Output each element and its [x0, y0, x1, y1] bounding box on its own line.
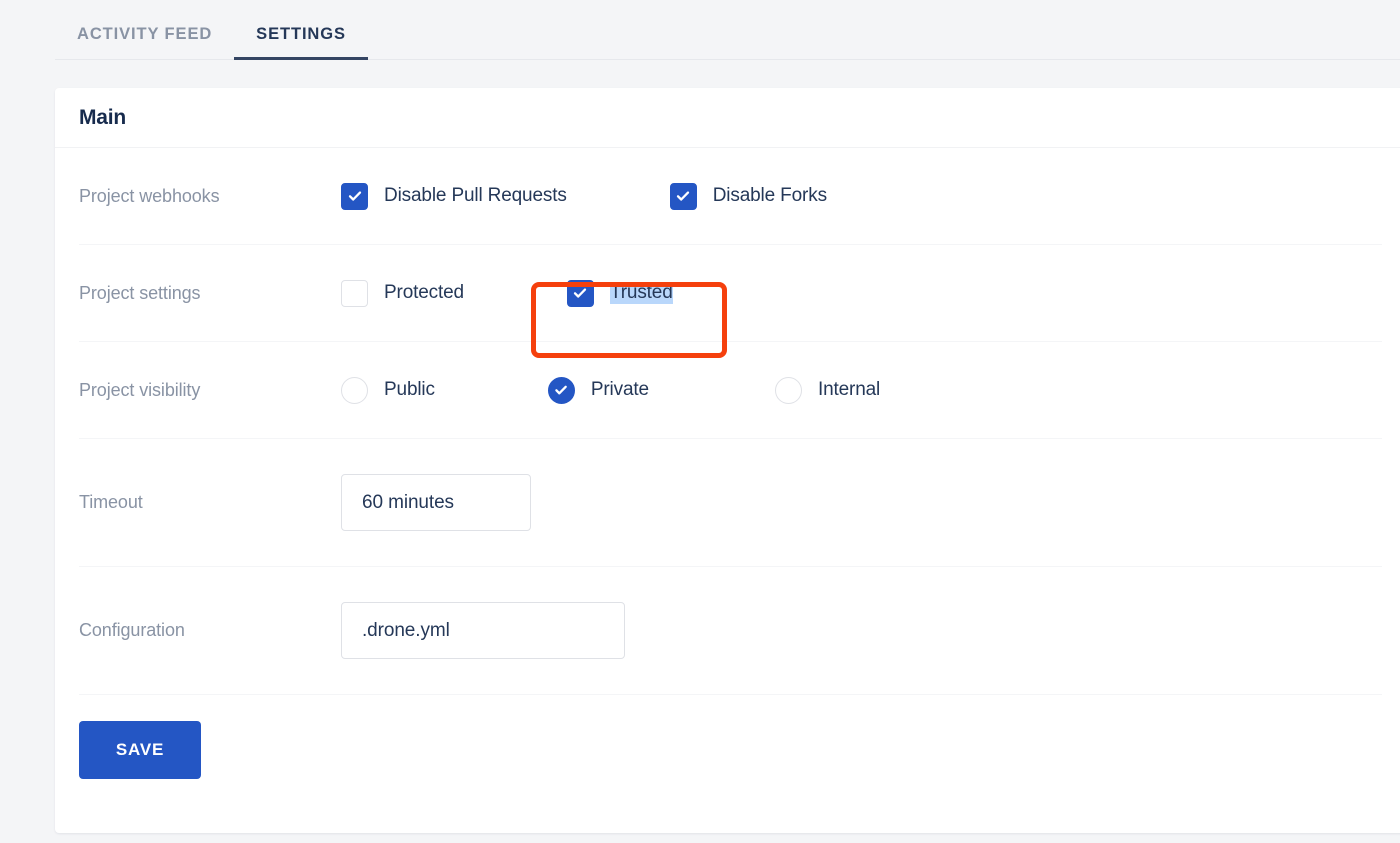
checkbox-disable-forks[interactable]: Disable Forks — [669, 182, 827, 210]
radio-label-private: Private — [590, 379, 649, 400]
radio-public[interactable]: Public — [341, 376, 435, 404]
card-title: Main — [79, 105, 127, 129]
checkbox-protected[interactable]: Protected — [341, 279, 464, 307]
row-timeout: Timeout — [79, 439, 1382, 567]
check-icon — [555, 385, 568, 395]
checkbox-label-disable-pull-requests: Disable Pull Requests — [384, 185, 567, 206]
checkbox-label-disable-forks: Disable Forks — [712, 185, 827, 206]
timeout-input[interactable] — [341, 474, 531, 531]
tab-bar: ACTIVITY FEED SETTINGS — [0, 0, 1400, 60]
radio-label-internal: Internal — [817, 379, 881, 400]
check-icon — [348, 191, 361, 201]
controls-project-settings: Protected Trusted — [341, 279, 1382, 307]
label-project-visibility: Project visibility — [79, 379, 201, 400]
configuration-input[interactable] — [341, 602, 625, 659]
tab-settings[interactable]: SETTINGS — [234, 25, 368, 61]
checkbox-box-disable-forks[interactable] — [669, 182, 697, 210]
check-icon — [574, 288, 587, 298]
label-timeout: Timeout — [79, 492, 143, 512]
radio-circle-public[interactable] — [341, 376, 368, 404]
radio-circle-private[interactable] — [547, 376, 575, 404]
radio-private[interactable]: Private — [547, 376, 649, 404]
label-project-webhooks: Project webhooks — [79, 185, 220, 206]
checkbox-box-trusted[interactable] — [566, 279, 594, 307]
checkbox-box-protected[interactable] — [341, 279, 368, 307]
row-project-settings: Project settings Protected Trusted — [79, 245, 1382, 342]
radio-label-public: Public — [384, 379, 435, 400]
card-header: Main — [55, 88, 1400, 148]
checkbox-label-trusted: Trusted — [609, 282, 673, 304]
check-icon — [677, 191, 690, 201]
controls-project-webhooks: Disable Pull Requests Disable Forks — [341, 182, 1382, 210]
settings-rows: Project webhooks Disable Pull Requests D… — [55, 148, 1400, 805]
controls-timeout — [341, 474, 1382, 531]
label-configuration: Configuration — [79, 620, 185, 640]
controls-configuration — [341, 602, 1382, 659]
checkbox-label-protected: Protected — [384, 282, 464, 303]
row-actions: SAVE — [79, 695, 1382, 805]
radio-internal[interactable]: Internal — [774, 376, 881, 404]
save-button[interactable]: SAVE — [79, 721, 201, 779]
row-project-webhooks: Project webhooks Disable Pull Requests D… — [79, 148, 1382, 245]
row-project-visibility: Project visibility Public Private Intern… — [79, 342, 1382, 439]
checkbox-box-disable-pull-requests[interactable] — [341, 182, 368, 210]
tab-activity-feed[interactable]: ACTIVITY FEED — [55, 25, 234, 61]
checkbox-trusted[interactable]: Trusted — [566, 279, 673, 307]
radio-circle-internal[interactable] — [774, 376, 802, 404]
settings-card: Main Project webhooks Disable Pull Reque… — [55, 88, 1400, 833]
label-project-settings: Project settings — [79, 282, 201, 303]
checkbox-disable-pull-requests[interactable]: Disable Pull Requests — [341, 182, 567, 210]
row-configuration: Configuration — [79, 567, 1382, 695]
controls-project-visibility: Public Private Internal — [341, 376, 1382, 404]
